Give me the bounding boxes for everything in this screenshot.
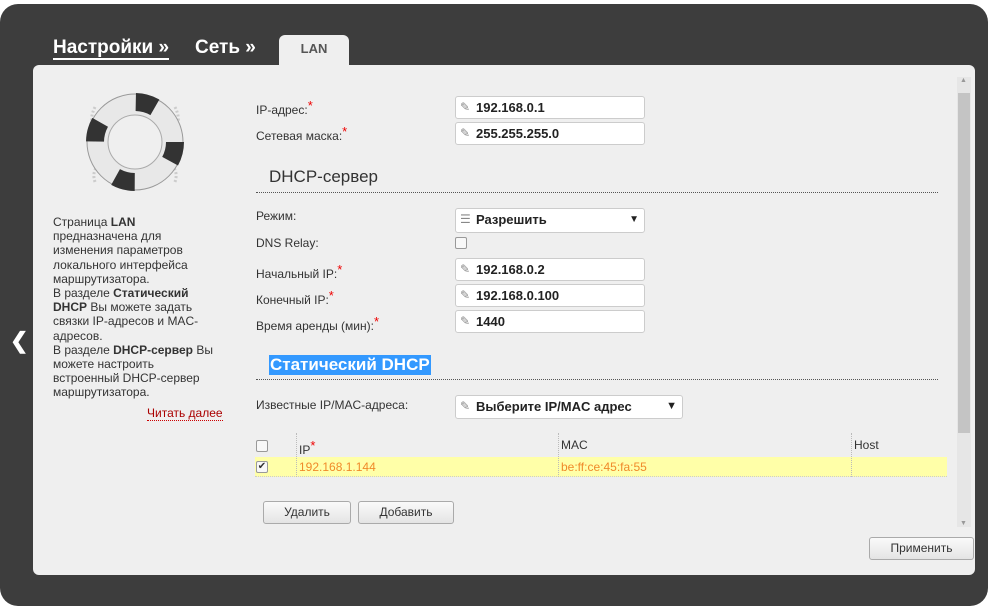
- select-all-checkbox[interactable]: [256, 440, 268, 452]
- mode-select[interactable]: ☰ Разрешить ▼: [455, 208, 645, 233]
- dhcp-server-heading: DHCP-сервер: [269, 167, 378, 186]
- lease-input[interactable]: ✎ 1440: [455, 310, 645, 333]
- pencil-icon: ✎: [460, 126, 471, 140]
- row-mac: be:ff:ce:45:fa:55: [561, 460, 647, 474]
- divider: [256, 379, 938, 380]
- add-button[interactable]: Добавить: [358, 501, 454, 524]
- breadcrumb-network[interactable]: Сеть »: [195, 37, 256, 59]
- lifebuoy-icon: [86, 93, 184, 191]
- mask-label: Сетевая маска:*: [256, 124, 348, 143]
- dropdown-arrow-icon: ▼: [629, 214, 639, 225]
- pencil-icon: ✎: [460, 288, 471, 302]
- scrollbar[interactable]: ▲ ▼: [957, 77, 971, 527]
- divider: [256, 192, 938, 193]
- dns-relay-label: DNS Relay:: [256, 236, 319, 250]
- back-arrow-icon[interactable]: ❮: [10, 328, 28, 354]
- pencil-icon: ✎: [460, 399, 471, 413]
- read-more-link[interactable]: Читать далее: [147, 406, 223, 421]
- column-mac: MAC: [561, 438, 588, 452]
- known-addresses-label: Известные IP/MAC-адреса:: [256, 398, 409, 412]
- scrollbar-thumb[interactable]: [958, 93, 970, 433]
- column-host: Host: [854, 438, 879, 452]
- mode-label: Режим:: [256, 209, 297, 223]
- row-checkbox[interactable]: ✔: [256, 461, 268, 473]
- netmask-input[interactable]: ✎ 255.255.255.0: [455, 122, 645, 145]
- pencil-icon: ✎: [460, 314, 471, 328]
- dns-relay-checkbox[interactable]: [455, 237, 467, 249]
- lease-label: Время аренды (мин):*: [256, 314, 380, 333]
- breadcrumb-settings[interactable]: Настройки »: [53, 37, 170, 60]
- column-ip: IP*: [299, 438, 316, 457]
- static-dhcp-heading: Статический DHCP: [269, 355, 431, 375]
- ip-label: IP-адрес:*: [256, 98, 313, 117]
- help-text: Страница LAN предназначена для изменения…: [53, 215, 213, 400]
- tab-lan[interactable]: LAN: [279, 35, 349, 67]
- scroll-up-icon: ▲: [960, 77, 967, 84]
- end-ip-label: Конечный IP:*: [256, 288, 334, 307]
- list-icon: ☰: [460, 212, 471, 226]
- start-ip-label: Начальный IP:*: [256, 262, 343, 281]
- end-ip-input[interactable]: ✎ 192.168.0.100: [455, 284, 645, 307]
- start-ip-input[interactable]: ✎ 192.168.0.2: [455, 258, 645, 281]
- apply-button[interactable]: Применить: [869, 537, 974, 560]
- row-ip: 192.168.1.144: [299, 460, 376, 474]
- delete-button[interactable]: Удалить: [263, 501, 351, 524]
- content-panel: Страница LAN предназначена для изменения…: [33, 65, 975, 575]
- pencil-icon: ✎: [460, 262, 471, 276]
- ip-address-input[interactable]: ✎ 192.168.0.1: [455, 96, 645, 119]
- pencil-icon: ✎: [460, 100, 471, 114]
- scroll-down-icon: ▼: [960, 520, 967, 527]
- dropdown-arrow-icon: ▼: [666, 400, 677, 412]
- known-addresses-select[interactable]: ✎ Выберите IP/MAC адрес ▼: [455, 395, 683, 419]
